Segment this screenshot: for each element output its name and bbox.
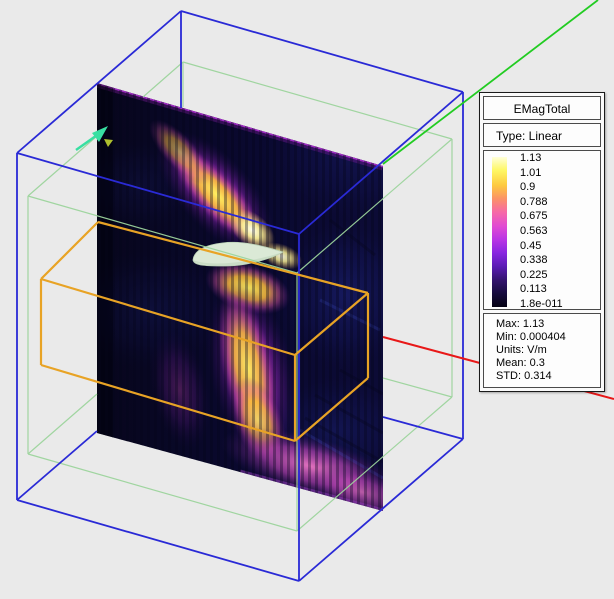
- colorbar-tick: 1.01: [520, 166, 542, 179]
- colorbar-tick: 0.338: [520, 254, 548, 267]
- colorbar-tick: 1.13: [520, 152, 542, 164]
- legend-colorbar-section: 1.13 1.01 0.9 0.788 0.675 0.563 0.45 0.3…: [483, 150, 601, 310]
- colorbar-tick: 0.225: [520, 268, 548, 281]
- colorbar-tick: 0.563: [520, 224, 548, 237]
- legend-statistics: Max: 1.13 Min: 0.000404 Units: V/m Mean:…: [483, 313, 601, 388]
- colorbar-ticks: 1.13 1.01 0.9 0.788 0.675 0.563 0.45 0.3…: [520, 152, 563, 310]
- stat-units: Units: V/m: [496, 344, 547, 356]
- stat-min: Min: 0.000404: [496, 331, 566, 343]
- stat-max: Max: 1.13: [496, 318, 545, 330]
- colorbar-tick: 0.45: [520, 239, 542, 252]
- colorbar-gradient: [492, 157, 507, 307]
- colorbar-tick: 0.675: [520, 210, 548, 223]
- viewport: EMagTotal Type: Linear 1.13 1.01 0.9 0.7…: [0, 0, 614, 599]
- field-legend[interactable]: EMagTotal Type: Linear 1.13 1.01 0.9 0.7…: [479, 92, 605, 392]
- colorbar-tick: 0.113: [520, 283, 547, 296]
- colorbar-tick: 0.788: [520, 195, 548, 208]
- colorbar-tick: 1.8e-011: [520, 297, 563, 310]
- stat-mean: Mean: 0.3: [496, 357, 545, 369]
- legend-title: EMagTotal: [483, 96, 601, 120]
- legend-scale-type: Type: Linear: [483, 123, 601, 147]
- stat-std: STD: 0.314: [496, 370, 552, 382]
- colorbar-tick: 0.9: [520, 181, 536, 194]
